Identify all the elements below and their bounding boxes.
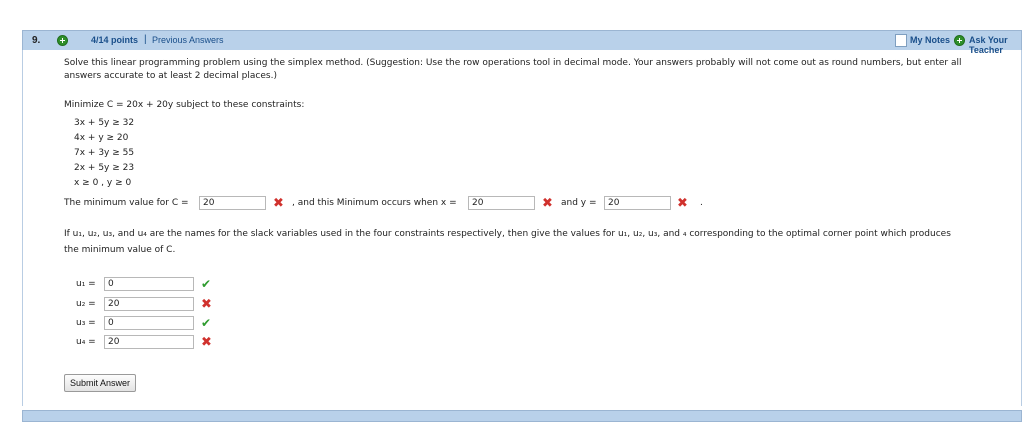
y-value-label: and y =: [561, 198, 597, 208]
constraint-2: 4x + y ≥ 20: [74, 133, 129, 143]
result-end-period: .: [700, 198, 703, 208]
min-value-incorrect-icon: ✖: [273, 196, 284, 211]
u4-label: u₄ =: [76, 337, 96, 347]
my-notes-link[interactable]: My Notes: [910, 35, 950, 45]
constraint-nonneg: x ≥ 0 , y ≥ 0: [74, 178, 132, 188]
u1-correct-icon: ✔: [201, 277, 212, 291]
my-notes-checkbox[interactable]: [895, 34, 907, 47]
next-question-header: [22, 410, 1022, 422]
header-separator: |: [144, 34, 147, 45]
objective-text: Minimize C = 20x + 20y subject to these …: [64, 100, 305, 110]
x-value-input[interactable]: 20: [468, 196, 535, 210]
y-value-input[interactable]: 20: [604, 196, 671, 210]
u3-label: u₃ =: [76, 318, 96, 328]
x-value-label: , and this Minimum occurs when x =: [292, 198, 457, 208]
previous-answers-link[interactable]: Previous Answers: [152, 35, 224, 45]
question-panel: Solve this linear programming problem us…: [22, 50, 1022, 406]
slack-text-line1: If u₁, u₂, u₃, and u₄ are the names for …: [64, 229, 951, 239]
u2-label: u₂ =: [76, 299, 96, 309]
submit-answer-button[interactable]: Submit Answer: [64, 374, 136, 392]
y-value-incorrect-icon: ✖: [677, 196, 688, 211]
u2-input[interactable]: 20: [104, 297, 194, 311]
x-value-incorrect-icon: ✖: [542, 196, 553, 211]
ask-teacher-plus-icon[interactable]: [954, 35, 965, 46]
question-header: 9. 4/14 points | Previous Answers My Not…: [22, 30, 1022, 55]
intro-text-line1: Solve this linear programming problem us…: [64, 58, 962, 68]
points-score: 4/14 points: [91, 35, 139, 45]
constraint-1: 3x + 5y ≥ 32: [74, 118, 135, 128]
u4-input[interactable]: 20: [104, 335, 194, 349]
u2-incorrect-icon: ✖: [201, 297, 212, 312]
min-value-label: The minimum value for C =: [64, 198, 189, 208]
u1-label: u₁ =: [76, 279, 96, 289]
u3-input[interactable]: 0: [104, 316, 194, 330]
expand-plus-icon[interactable]: [57, 35, 68, 46]
u1-input[interactable]: 0: [104, 277, 194, 291]
u3-correct-icon: ✔: [201, 316, 212, 330]
constraint-4: 2x + 5y ≥ 23: [74, 163, 135, 173]
question-number: 9.: [32, 35, 41, 46]
u4-incorrect-icon: ✖: [201, 335, 212, 350]
slack-text-line2: the minimum value of C.: [64, 245, 176, 255]
constraint-3: 7x + 3y ≥ 55: [74, 148, 135, 158]
intro-text-line2: answers accurate to at least 2 decimal p…: [64, 71, 277, 81]
min-value-input[interactable]: 20: [199, 196, 266, 210]
